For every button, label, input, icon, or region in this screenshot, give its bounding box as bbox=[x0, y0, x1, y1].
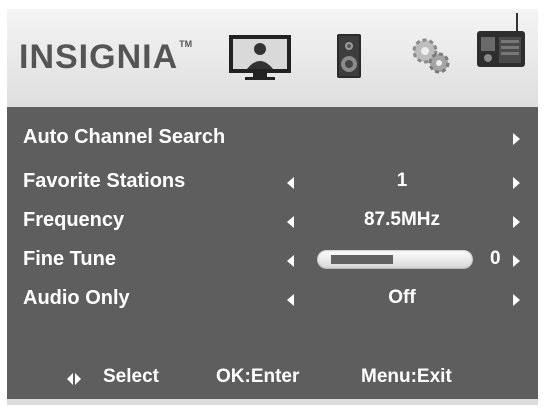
gears-settings-icon[interactable] bbox=[410, 35, 452, 77]
fine-tune-slider[interactable] bbox=[317, 250, 473, 269]
menu-item-favorite-stations[interactable]: Favorite Stations 1 bbox=[7, 164, 538, 200]
right-arrow-icon[interactable] bbox=[513, 177, 520, 189]
radio-channel-icon[interactable] bbox=[473, 11, 529, 73]
menu-item-label: Frequency bbox=[23, 209, 125, 231]
right-arrow-icon[interactable] bbox=[513, 216, 520, 228]
menu-item-value: 0 bbox=[490, 248, 501, 269]
menu-item-fine-tune[interactable]: Fine Tune 0 bbox=[7, 242, 538, 278]
menu-item-label: Auto Channel Search bbox=[23, 126, 226, 148]
osd-header: INSIGNIATM bbox=[7, 9, 538, 107]
menu-item-frequency[interactable]: Frequency 87.5MHz bbox=[7, 203, 538, 239]
menu-item-label: Audio Only bbox=[23, 287, 130, 309]
osd-footer: Select OK:Enter Menu:Exit bbox=[7, 361, 538, 397]
tv-picture-icon[interactable] bbox=[227, 31, 293, 81]
left-right-arrows-icon bbox=[67, 373, 81, 385]
right-arrow-icon[interactable] bbox=[513, 255, 520, 267]
enter-hint: OK:Enter bbox=[216, 366, 300, 387]
menu-item-audio-only[interactable]: Audio Only Off bbox=[7, 281, 538, 317]
bottom-strip bbox=[7, 399, 538, 405]
right-arrow-icon[interactable] bbox=[513, 133, 520, 145]
menu-item-value: 1 bbox=[396, 170, 408, 191]
speaker-audio-icon[interactable] bbox=[334, 31, 364, 81]
left-arrow-icon[interactable] bbox=[287, 177, 294, 189]
exit-hint: Menu:Exit bbox=[361, 366, 452, 387]
menu-item-value: Off bbox=[388, 287, 416, 308]
brand-logo: INSIGNIATM bbox=[19, 38, 193, 76]
left-arrow-icon[interactable] bbox=[287, 255, 294, 267]
menu-item-auto-channel-search[interactable]: Auto Channel Search bbox=[7, 120, 538, 156]
left-arrow-icon[interactable] bbox=[287, 294, 294, 306]
select-hint: Select bbox=[103, 366, 159, 387]
menu-item-label: Fine Tune bbox=[23, 248, 116, 270]
menu-item-label: Favorite Stations bbox=[23, 170, 186, 192]
left-arrow-icon[interactable] bbox=[287, 216, 294, 228]
slider-fill bbox=[331, 255, 393, 264]
tv-osd-menu: INSIGNIATM Auto Channel Search Favorite … bbox=[7, 9, 538, 405]
menu-item-value: 87.5MHz bbox=[363, 209, 441, 230]
right-arrow-icon[interactable] bbox=[513, 294, 520, 306]
